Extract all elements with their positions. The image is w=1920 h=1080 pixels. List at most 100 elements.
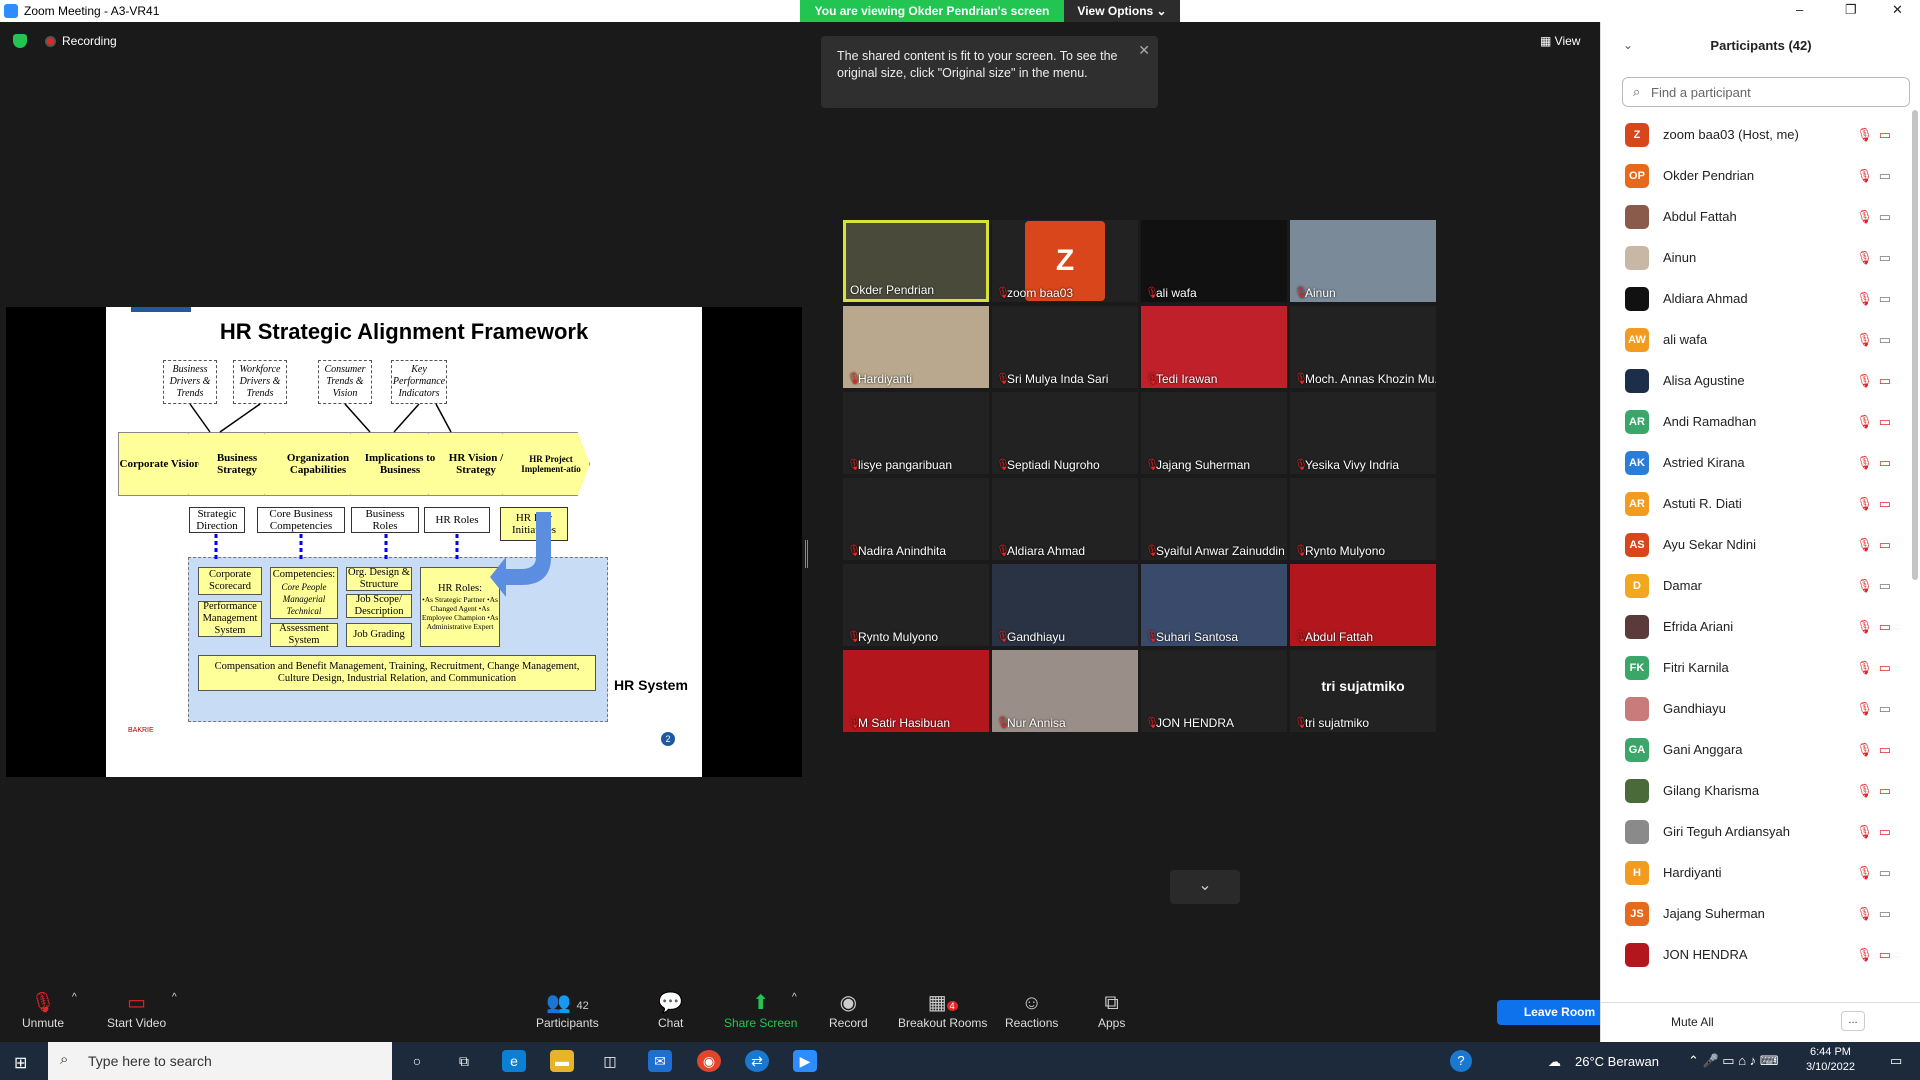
maximize-button[interactable]: ❐ bbox=[1845, 2, 1857, 18]
more-options-button[interactable]: ... bbox=[1841, 1011, 1865, 1031]
share-options-caret[interactable]: ^ bbox=[792, 992, 797, 1003]
video-tile[interactable]: 🎙 JON HENDRA bbox=[1141, 650, 1287, 732]
windows-start-icon[interactable]: ⊞ bbox=[14, 1053, 27, 1073]
participant-row[interactable]: Alisa Agustine 🎙▭ bbox=[1601, 360, 1901, 401]
participant-status-icons[interactable]: 🎙▭ bbox=[1856, 906, 1897, 922]
video-tile[interactable]: 🎙 lisye pangaribuan bbox=[843, 392, 989, 474]
participants-button[interactable]: 👥 42 Participants bbox=[536, 990, 599, 1030]
participant-status-icons[interactable]: 🎙▭ bbox=[1856, 455, 1897, 471]
video-tile[interactable]: 🎙 Sri Mulya Inda Sari bbox=[992, 306, 1138, 388]
video-tile[interactable]: 🎙 Abdul Fattah bbox=[1290, 564, 1436, 646]
participant-status-icons[interactable]: 🎙▭ bbox=[1856, 414, 1897, 430]
participant-row[interactable]: FK Fitri Karnila 🎙▭ bbox=[1601, 647, 1901, 688]
video-tile[interactable]: 🎙 Aldiara Ahmad bbox=[992, 478, 1138, 560]
video-tile[interactable]: 🎙 Rynto Mulyono bbox=[843, 564, 989, 646]
breakout-rooms-button[interactable]: ▦ 4 Breakout Rooms bbox=[898, 990, 987, 1030]
participant-status-icons[interactable]: 🎙▭ bbox=[1856, 619, 1897, 635]
video-tile[interactable]: 🎙 Gandhiayu bbox=[992, 564, 1138, 646]
view-options-button[interactable]: View Options ⌄ bbox=[1064, 0, 1180, 22]
view-button[interactable]: ▦ View bbox=[1540, 34, 1580, 48]
video-tile[interactable]: 🎙 Nur Annisa bbox=[992, 650, 1138, 732]
participant-row[interactable]: Ainun 🎙▭ bbox=[1601, 237, 1901, 278]
start-video-button[interactable]: ▭ Start Video bbox=[107, 990, 166, 1030]
cortana-icon[interactable]: ○ bbox=[405, 1050, 429, 1072]
video-tile[interactable]: 🎙 Ainun bbox=[1290, 220, 1436, 302]
unmute-button[interactable]: 🎙 Unmute bbox=[22, 990, 64, 1030]
video-tile[interactable]: 🎙 Moch. Annas Khozin Mu... bbox=[1290, 306, 1436, 388]
video-tile[interactable]: 🎙 Nadira Anindhita bbox=[843, 478, 989, 560]
participant-row[interactable]: Gandhiayu 🎙▭ bbox=[1601, 688, 1901, 729]
participant-row[interactable]: D Damar 🎙▭ bbox=[1601, 565, 1901, 606]
split-resize-handle[interactable] bbox=[805, 540, 808, 568]
reactions-button[interactable]: ☺ Reactions bbox=[1005, 990, 1058, 1030]
panel-scrollbar[interactable] bbox=[1912, 110, 1918, 580]
participant-row[interactable]: AW ali wafa 🎙▭ bbox=[1601, 319, 1901, 360]
taskbar-clock[interactable]: 6:44 PM 3/10/2022 bbox=[1806, 1045, 1855, 1075]
video-tile[interactable]: Z 🎙 zoom baa03 bbox=[992, 220, 1138, 302]
taskbar-search[interactable]: ⌕ Type here to search bbox=[48, 1042, 392, 1080]
help-icon[interactable]: ? bbox=[1450, 1050, 1472, 1072]
apps-button[interactable]: ⧉ Apps bbox=[1098, 990, 1125, 1030]
recording-indicator[interactable]: Recording bbox=[45, 34, 117, 48]
participant-status-icons[interactable]: 🎙▭ bbox=[1856, 660, 1897, 676]
participant-row[interactable]: AS Ayu Sekar Ndini 🎙▭ bbox=[1601, 524, 1901, 565]
weather-text[interactable]: 26°C Berawan bbox=[1575, 1054, 1659, 1069]
minimize-button[interactable]: – bbox=[1796, 2, 1803, 17]
participant-row[interactable]: Aldiara Ahmad 🎙▭ bbox=[1601, 278, 1901, 319]
participant-row[interactable]: AK Astried Kirana 🎙▭ bbox=[1601, 442, 1901, 483]
participant-status-icons[interactable]: 🎙▭ bbox=[1856, 373, 1897, 389]
participant-status-icons[interactable]: 🎙▭ bbox=[1856, 865, 1897, 881]
participant-status-icons[interactable]: 🎙▭ bbox=[1856, 947, 1897, 963]
store-icon[interactable]: ◫ bbox=[598, 1050, 622, 1072]
video-tile[interactable]: 🎙 Septiadi Nugroho bbox=[992, 392, 1138, 474]
video-tile[interactable]: Okder Pendrian bbox=[843, 220, 989, 302]
video-tile[interactable]: 🎙 Suhari Santosa bbox=[1141, 564, 1287, 646]
record-button[interactable]: ◉ Record bbox=[829, 990, 868, 1030]
participant-status-icons[interactable]: 🎙▭ bbox=[1856, 332, 1897, 348]
participant-status-icons[interactable]: 🎙▭ bbox=[1856, 742, 1897, 758]
tray-icons[interactable]: ⌃ 🎤 ▭ ⌂ ♪ ⌨ bbox=[1688, 1053, 1779, 1069]
participant-row[interactable]: Gilang Kharisma 🎙▭ bbox=[1601, 770, 1901, 811]
notification-icon[interactable]: ▭ bbox=[1890, 1053, 1902, 1069]
participant-status-icons[interactable]: 🎙▭ bbox=[1856, 250, 1897, 266]
video-tile[interactable]: 🎙 Rynto Mulyono bbox=[1290, 478, 1436, 560]
teamviewer-icon[interactable]: ⇄ bbox=[745, 1050, 769, 1072]
video-tile[interactable]: 🎙 ali wafa bbox=[1141, 220, 1287, 302]
video-options-caret[interactable]: ^ bbox=[172, 992, 177, 1003]
zoom-taskbar-icon[interactable]: ▶ bbox=[793, 1050, 817, 1072]
participant-status-icons[interactable]: 🎙▭ bbox=[1856, 578, 1897, 594]
edge-icon[interactable]: e bbox=[502, 1050, 526, 1072]
participant-status-icons[interactable]: 🎙▭ bbox=[1856, 127, 1897, 143]
video-tile[interactable]: 🎙 M Satir Hasibuan bbox=[843, 650, 989, 732]
participant-row[interactable]: GA Gani Anggara 🎙▭ bbox=[1601, 729, 1901, 770]
mail-icon[interactable]: ✉ bbox=[648, 1050, 672, 1072]
participant-row[interactable]: Efrida Ariani 🎙▭ bbox=[1601, 606, 1901, 647]
participant-row[interactable]: OP Okder Pendrian 🎙▭ bbox=[1601, 155, 1901, 196]
file-explorer-icon[interactable]: ▬ bbox=[550, 1050, 574, 1072]
participant-status-icons[interactable]: 🎙▭ bbox=[1856, 824, 1897, 840]
participant-row[interactable]: JON HENDRA 🎙▭ bbox=[1601, 934, 1901, 975]
participant-status-icons[interactable]: 🎙▭ bbox=[1856, 496, 1897, 512]
close-icon[interactable]: ✕ bbox=[1138, 42, 1150, 59]
video-tile[interactable]: 🎙 Syaiful Anwar Zainuddin bbox=[1141, 478, 1287, 560]
audio-options-caret[interactable]: ^ bbox=[72, 992, 77, 1003]
mute-all-button[interactable]: Mute All bbox=[1671, 1015, 1714, 1029]
participant-status-icons[interactable]: 🎙▭ bbox=[1856, 291, 1897, 307]
weather-icon[interactable]: ☁ bbox=[1548, 1054, 1561, 1070]
video-tile[interactable]: 🎙 Yesika Vivy Indria bbox=[1290, 392, 1436, 474]
participant-status-icons[interactable]: 🎙▭ bbox=[1856, 168, 1897, 184]
video-tile[interactable]: tri sujatmiko 🎙 tri sujatmiko bbox=[1290, 650, 1436, 732]
video-tile[interactable]: 🎙 Hardiyanti bbox=[843, 306, 989, 388]
participant-row[interactable]: H Hardiyanti 🎙▭ bbox=[1601, 852, 1901, 893]
participant-status-icons[interactable]: 🎙▭ bbox=[1856, 209, 1897, 225]
find-participant-input[interactable]: ⌕ Find a participant bbox=[1622, 77, 1910, 107]
close-window-button[interactable]: ✕ bbox=[1892, 2, 1903, 18]
task-view-icon[interactable]: ⧉ bbox=[452, 1050, 476, 1072]
chrome-icon[interactable]: ◉ bbox=[697, 1050, 721, 1072]
video-tile[interactable]: 🎙 Jajang Suherman bbox=[1141, 392, 1287, 474]
video-tile[interactable]: 🎙 Tedi Irawan bbox=[1141, 306, 1287, 388]
participant-row[interactable]: Giri Teguh Ardiansyah 🎙▭ bbox=[1601, 811, 1901, 852]
participant-status-icons[interactable]: 🎙▭ bbox=[1856, 783, 1897, 799]
participant-row[interactable]: Zzoom baa03 (Host, me) 🎙▭ bbox=[1601, 114, 1901, 155]
chat-button[interactable]: 💬 Chat bbox=[658, 990, 683, 1030]
